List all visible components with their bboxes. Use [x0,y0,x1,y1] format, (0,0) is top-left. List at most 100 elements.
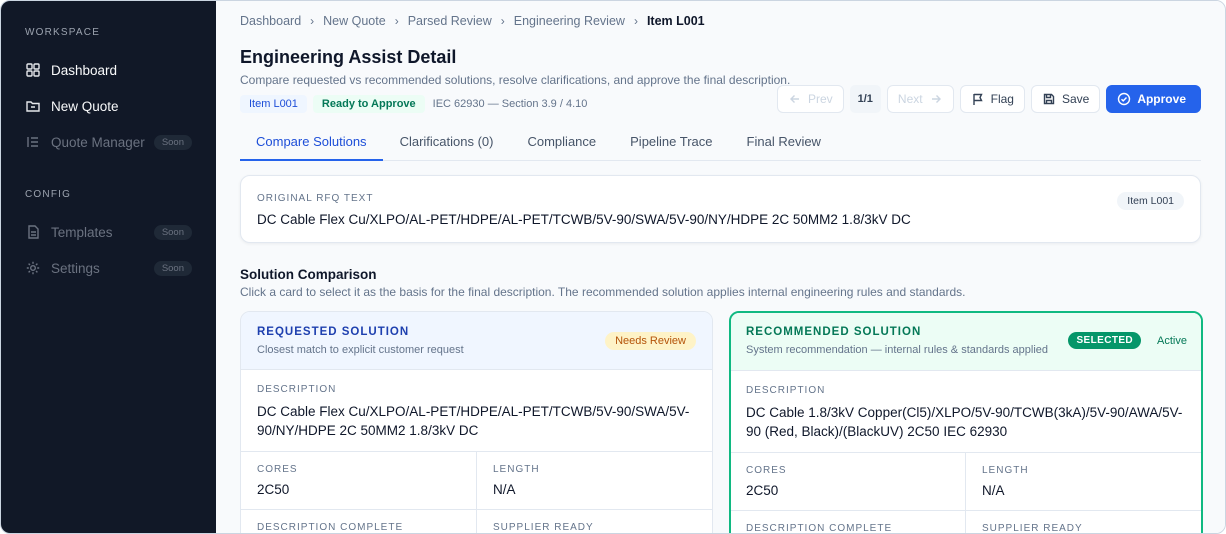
item-tag: Item L001 [240,95,307,113]
selected-badge: SELECTED [1068,332,1142,349]
action-bar: Prev 1/1 Next Flag Save Approve [771,85,1201,113]
item-meta: Item L001 Ready to Approve IEC 62930 — S… [240,95,587,113]
cores-value: 2C50 [746,483,779,498]
approve-button[interactable]: Approve [1106,85,1201,113]
save-label: Save [1061,92,1090,106]
next-button[interactable]: Next [886,85,954,113]
standard-reference: IEC 62930 — Section 3.9 / 4.10 [432,98,588,110]
sidebar-item-new-quote[interactable]: New Quote [1,88,216,124]
approve-label: Approve [1137,92,1186,106]
original-rfq-card: ORIGINAL RFQ TEXT DC Cable Flex Cu/XLPO/… [240,175,1201,243]
sidebar-section-workspace: WORKSPACE [25,27,101,38]
tab-clarifications[interactable]: Clarifications (0) [383,123,511,161]
prev-button[interactable]: Prev [776,85,844,113]
breadcrumb-parsed-review[interactable]: Parsed Review [408,14,492,28]
flag-icon [971,92,985,106]
rfq-item-badge: Item L001 [1117,192,1184,210]
sidebar-item-dashboard[interactable]: Dashboard [1,52,216,88]
check-circle-icon [1117,92,1131,106]
page-subtitle: Compare requested vs recommended solutio… [240,73,791,87]
list-icon [25,134,41,150]
arrow-left-icon [788,92,802,106]
rfq-text: DC Cable Flex Cu/XLPO/AL-PET/HDPE/AL-PET… [257,212,911,227]
length-cell: LENGTH N/A [476,452,712,509]
field-label: LENGTH [982,465,1029,476]
breadcrumb-current: Item L001 [646,14,705,28]
flag-label: Flag [990,92,1014,106]
description-value: DC Cable Flex Cu/XLPO/AL-PET/HDPE/AL-PET… [257,404,690,438]
length-cell: LENGTH N/A [965,453,1201,510]
desc-complete-cell: DESCRIPTION COMPLETE [241,510,476,533]
flag-button[interactable]: Flag [959,85,1025,113]
breadcrumb-engineering-review[interactable]: Engineering Review [514,14,625,28]
requested-solution-card[interactable]: REQUESTED SOLUTION Closest match to expl… [240,311,713,533]
breadcrumb-new-quote[interactable]: New Quote [323,14,386,28]
breadcrumb: Dashboard › New Quote › Parsed Review › … [240,14,705,28]
solution-comparison-subtitle: Click a card to select it as the basis f… [240,285,966,299]
description-value: DC Cable 1.8/3kV Copper(Cl5)/XLPO/5V-90/… [746,405,1183,439]
tab-compare-solutions[interactable]: Compare Solutions [240,123,383,161]
recommended-solution-card[interactable]: RECOMMENDED SOLUTION System recommendati… [729,311,1203,534]
cores-cell: CORES 2C50 [731,453,965,510]
chevron-right-icon: › [394,14,399,28]
tab-final-review[interactable]: Final Review [730,123,838,161]
document-icon [25,224,41,240]
card-badges: SELECTED Active [1068,332,1187,349]
tab-pipeline-trace[interactable]: Pipeline Trace [613,123,729,161]
spec-grid: CORES 2C50 LENGTH N/A [241,452,712,510]
arrow-right-icon [929,92,943,106]
sidebar-item-quote-manager[interactable]: Quote Manager Soon [1,124,216,160]
status-grid: DESCRIPTION COMPLETE SUPPLIER READY [241,510,712,533]
breadcrumb-dashboard[interactable]: Dashboard [240,14,301,28]
next-label: Next [897,92,923,106]
page-title: Engineering Assist Detail [240,47,457,67]
supplier-ready-cell: SUPPLIER READY [965,511,1201,534]
soon-badge: Soon [153,224,192,240]
tab-compliance[interactable]: Compliance [510,123,613,161]
spec-grid: CORES 2C50 LENGTH N/A [731,453,1201,511]
rfq-label: ORIGINAL RFQ TEXT [257,193,374,204]
soon-badge: Soon [153,134,192,150]
save-button[interactable]: Save [1030,85,1101,113]
status-grid: DESCRIPTION COMPLETE SUPPLIER READY [731,511,1201,534]
field-label: DESCRIPTION [257,384,337,395]
sidebar-item-settings[interactable]: Settings Soon [1,250,216,286]
description-block: DESCRIPTION DC Cable Flex Cu/XLPO/AL-PET… [241,370,712,452]
sidebar-item-label: Dashboard [51,62,118,78]
tab-bar: Compare Solutions Clarifications (0) Com… [240,123,1201,161]
desc-complete-cell: DESCRIPTION COMPLETE [731,511,965,534]
cores-cell: CORES 2C50 [241,452,476,509]
card-header: RECOMMENDED SOLUTION System recommendati… [731,313,1201,371]
field-label: DESCRIPTION COMPLETE [257,522,404,533]
save-icon [1042,92,1056,106]
sidebar-item-templates[interactable]: Templates Soon [1,214,216,250]
length-value: N/A [982,483,1005,498]
chevron-right-icon: › [500,14,505,28]
soon-badge: Soon [153,260,192,276]
field-label: DESCRIPTION [746,385,826,396]
sidebar: WORKSPACE Dashboard New Quote Quote Mana… [1,1,216,533]
gear-icon [25,260,41,276]
description-block: DESCRIPTION DC Cable 1.8/3kV Copper(Cl5)… [731,371,1201,453]
field-label: SUPPLIER READY [982,523,1083,534]
supplier-ready-cell: SUPPLIER READY [476,510,712,533]
main-content: Dashboard › New Quote › Parsed Review › … [216,1,1225,534]
length-value: N/A [493,482,516,497]
sidebar-item-label: Templates [51,224,113,240]
field-label: LENGTH [493,464,540,475]
sidebar-section-config: CONFIG [25,189,72,200]
field-label: DESCRIPTION COMPLETE [746,523,893,534]
field-label: SUPPLIER READY [493,522,594,533]
card-header: REQUESTED SOLUTION Closest match to expl… [241,312,712,370]
status-badge: Ready to Approve [312,95,425,113]
field-label: CORES [746,465,787,476]
chevron-right-icon: › [633,14,638,28]
needs-review-badge: Needs Review [605,332,696,350]
sidebar-item-label: Settings [51,260,100,276]
sidebar-item-label: New Quote [51,98,119,114]
grid-icon [25,62,41,78]
page-indicator: 1/1 [849,85,881,113]
solution-comparison-title: Solution Comparison [240,267,377,282]
prev-label: Prev [807,92,833,106]
sidebar-item-label: Quote Manager [51,134,145,150]
